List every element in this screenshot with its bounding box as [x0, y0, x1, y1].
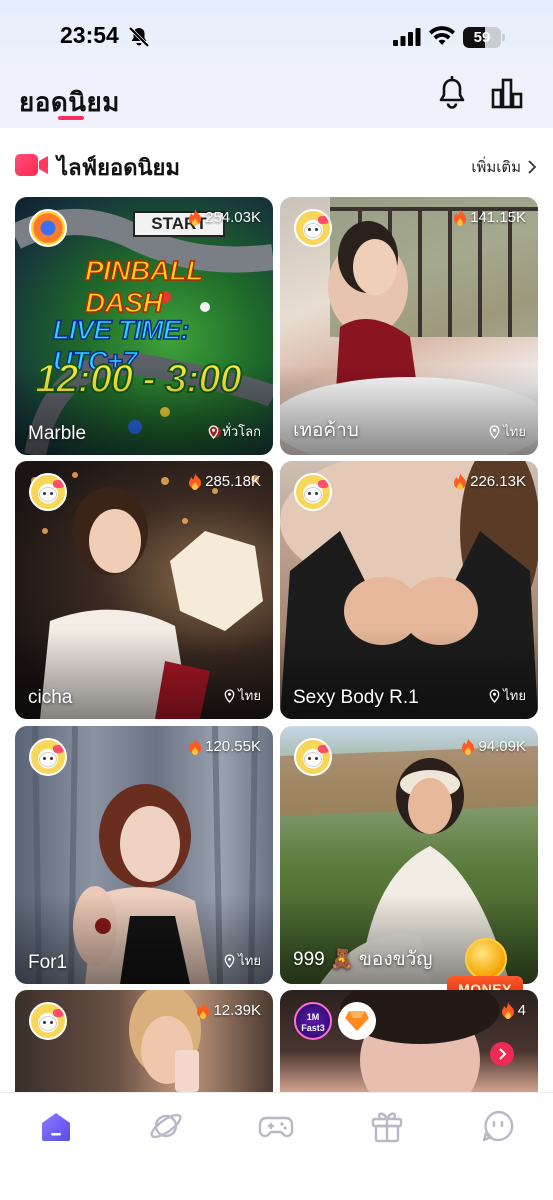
avatar[interactable] — [29, 738, 67, 776]
chat-face-icon[interactable] — [480, 1109, 516, 1143]
viewer-count: 254.03K — [188, 209, 261, 226]
gift-icon[interactable] — [369, 1109, 405, 1143]
streamer-name: Marble — [28, 423, 87, 444]
location: ไทย — [224, 685, 261, 706]
live-card[interactable]: START PINBALL DASH LIVE TIME: UTC+7 12:0… — [15, 197, 273, 455]
next-arrow-button[interactable] — [490, 1042, 514, 1066]
avatar[interactable] — [294, 473, 332, 511]
fire-icon — [462, 738, 475, 755]
fire-icon — [454, 473, 467, 490]
home-icon[interactable] — [38, 1109, 74, 1143]
streamer-name: Sexy Body R.1 — [293, 687, 419, 708]
location: ไทย — [489, 685, 526, 706]
live-grid: START PINBALL DASH LIVE TIME: UTC+7 12:0… — [0, 0, 553, 1200]
gem-badge — [338, 1002, 376, 1040]
location: ทั่วโลก — [208, 421, 261, 442]
diamond-icon — [345, 1011, 369, 1031]
planet-icon[interactable] — [148, 1109, 184, 1143]
viewer-count: 285.18K — [188, 473, 261, 490]
viewer-count: 120.55K — [188, 738, 261, 755]
location: ไทย — [489, 421, 526, 442]
live-card[interactable]: 120.55K For1 ไทย — [15, 726, 273, 984]
avatar[interactable] — [29, 473, 67, 511]
live-card[interactable]: 12.39K — [15, 990, 273, 1092]
live-card[interactable]: 285.18K cicha ไทย — [15, 461, 273, 719]
streamer-name: For1 — [28, 952, 68, 973]
location-pin-icon — [208, 424, 219, 439]
gamepad-icon[interactable] — [258, 1109, 294, 1143]
fast3-badge[interactable]: 1M Fast3 — [294, 1002, 332, 1040]
pinball-title: PINBALL DASH — [84, 254, 203, 319]
location-pin-icon — [489, 424, 500, 439]
avatar[interactable] — [29, 1002, 67, 1040]
viewer-count: 141.15K — [453, 209, 526, 226]
fire-icon — [197, 1002, 210, 1019]
avatar[interactable] — [29, 209, 67, 247]
streamer-name: cicha — [28, 687, 73, 708]
viewer-count: 226.13K — [453, 473, 526, 490]
viewer-count: 94.09K — [461, 738, 526, 755]
live-card[interactable]: 226.13K Sexy Body R.1 ไทย — [280, 461, 538, 719]
viewer-count: 4 — [501, 1002, 526, 1019]
bottom-nav — [0, 1092, 553, 1200]
streamer-name: 999 🧸 ของขวัญ — [293, 949, 433, 970]
location-pin-icon — [224, 953, 235, 968]
location-pin-icon — [224, 688, 235, 703]
live-card[interactable]: 1M Fast3 4 — [280, 990, 538, 1092]
chevron-right-icon — [499, 1048, 507, 1060]
fire-icon — [189, 473, 202, 490]
fire-icon — [189, 209, 202, 226]
fire-icon — [454, 209, 467, 226]
location: ไทย — [224, 950, 261, 971]
viewer-count: 12.39K — [196, 1002, 261, 1019]
live-card[interactable]: 141.15K เทอค้าบ ไทย — [280, 197, 538, 455]
avatar[interactable] — [294, 738, 332, 776]
fire-icon — [189, 738, 202, 755]
location-pin-icon — [489, 688, 500, 703]
avatar[interactable] — [294, 209, 332, 247]
fire-icon — [501, 1002, 514, 1019]
streamer-name: เทอค้าบ — [293, 420, 359, 441]
coin-icon — [465, 938, 507, 980]
